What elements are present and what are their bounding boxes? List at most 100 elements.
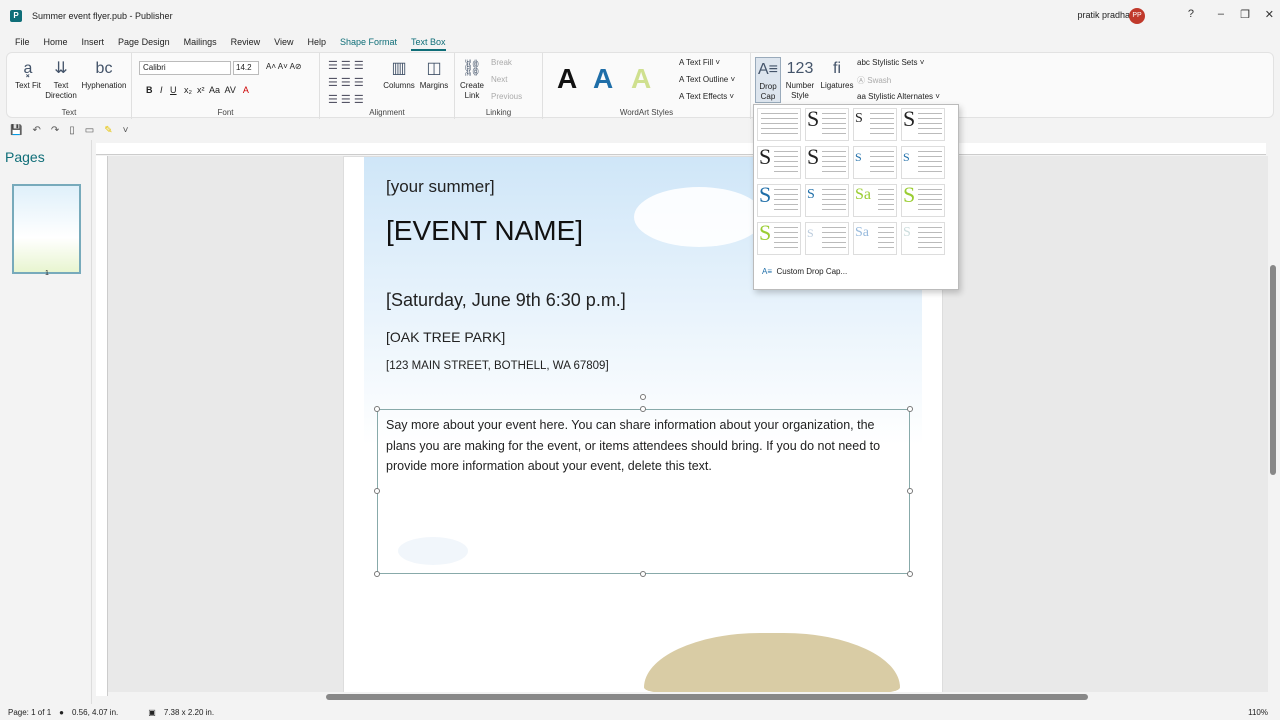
drop-cap-option[interactable]: S — [901, 146, 945, 179]
rotate-handle[interactable] — [640, 394, 646, 400]
drop-cap-option[interactable]: S — [901, 222, 945, 255]
resize-handle[interactable] — [640, 406, 646, 412]
wordart-green[interactable]: A — [631, 63, 651, 95]
highlight-icon[interactable]: ✎ — [104, 125, 112, 136]
drop-cap-option[interactable]: S — [805, 108, 849, 141]
restore-icon[interactable]: ❐ — [1240, 8, 1250, 21]
drop-cap-option[interactable]: S — [853, 146, 897, 179]
text-direction-button[interactable]: ⇊ Text Direction — [43, 57, 79, 101]
text-fit-button[interactable]: a͓ Text Fit — [13, 57, 43, 91]
alignment-grid-icon[interactable]: ☰ ☰ ☰ ☰ ☰ ☰ ☰ ☰ ☰ — [328, 58, 364, 109]
vertical-ruler[interactable] — [96, 156, 108, 696]
new-icon[interactable]: ▯ — [69, 125, 75, 136]
flyer-date[interactable]: [Saturday, June 9th 6:30 p.m.] — [386, 290, 626, 311]
wordart-black[interactable]: A — [557, 63, 577, 95]
minimize-icon[interactable]: – — [1218, 8, 1224, 20]
swash-button[interactable]: Ⓐ Swash — [857, 75, 891, 86]
linking-group-label: Linking — [485, 108, 512, 117]
customize-icon[interactable]: ˅ — [123, 125, 129, 136]
drop-cap-option[interactable]: S — [805, 222, 849, 255]
menu-home[interactable]: Home — [44, 32, 68, 52]
resize-handle[interactable] — [907, 488, 913, 494]
drop-cap-option[interactable]: S — [901, 108, 945, 141]
vertical-scrollbar[interactable] — [1270, 265, 1276, 475]
previous-button[interactable]: Previous — [491, 92, 522, 101]
create-link-button[interactable]: ⛓ Create Link — [457, 57, 487, 101]
resize-handle[interactable] — [640, 571, 646, 577]
avatar[interactable]: PP — [1129, 8, 1145, 24]
break-button[interactable]: Break — [491, 58, 512, 67]
margins-button[interactable]: ◫ Margins — [417, 57, 451, 91]
menu-help[interactable]: Help — [307, 32, 326, 52]
menu-bar: File Home Insert Page Design Mailings Re… — [0, 32, 1280, 52]
text-outline-button[interactable]: A Text Outline ˅ — [679, 75, 735, 84]
zoom-level[interactable]: 110% — [1248, 708, 1268, 717]
page-thumbnail[interactable] — [12, 184, 81, 274]
text-effects-button[interactable]: A Text Effects ˅ — [679, 92, 734, 101]
linking-group: ⛓ Create Link Break Next Previous Linking — [455, 53, 543, 119]
pages-pane: Pages 1 — [0, 140, 92, 705]
custom-drop-cap-button[interactable]: A≡ Custom Drop Cap... — [762, 267, 847, 276]
umbrella-image[interactable] — [644, 633, 900, 692]
drop-cap-button[interactable]: A≡ Drop Cap — [755, 57, 781, 103]
next-button[interactable]: Next — [491, 75, 507, 84]
grow-shrink-font-icon[interactable]: A˄ A˅ A⊘ — [266, 62, 302, 71]
drop-cap-option[interactable]: S — [901, 184, 945, 217]
stylistic-alternates-button[interactable]: aa Stylistic Alternates ˅ — [857, 92, 940, 101]
drop-cap-option-none[interactable] — [757, 108, 801, 141]
object-size: 7.38 x 2.20 in. — [163, 707, 215, 717]
flyer-line1[interactable]: [your summer] — [386, 177, 495, 197]
text-fill-button[interactable]: A Text Fill ˅ — [679, 58, 720, 67]
open-icon[interactable]: ▭ — [85, 125, 94, 136]
menu-view[interactable]: View — [274, 32, 293, 52]
drop-cap-option[interactable]: Sa — [853, 222, 897, 255]
text-direction-icon: ⇊ — [54, 60, 68, 77]
horizontal-ruler[interactable] — [96, 143, 1266, 155]
status-bar: Page: 1 of 1 ● 0.56, 4.07 in. ▣ 7.38 x 2… — [0, 704, 1280, 720]
page-indicator[interactable]: Page: 1 of 1 — [8, 708, 51, 717]
font-size-box[interactable]: 14.2 — [233, 61, 259, 75]
resize-handle[interactable] — [374, 488, 380, 494]
drop-cap-option[interactable]: S — [805, 184, 849, 217]
drop-cap-option[interactable]: S — [757, 146, 801, 179]
font-format-buttons[interactable]: B I U x₂ x² Aa AV A — [146, 85, 249, 95]
drop-cap-option[interactable]: S — [853, 108, 897, 141]
workspace[interactable]: [your summer] [EVENT NAME] [Saturday, Ju… — [108, 156, 1268, 692]
flyer-venue[interactable]: [OAK TREE PARK] — [386, 329, 505, 345]
margins-icon: ◫ — [426, 60, 442, 77]
ligatures-button[interactable]: ﬁ Ligatures — [819, 57, 855, 91]
flyer-address[interactable]: [123 MAIN STREET, BOTHELL, WA 67809] — [386, 360, 609, 372]
drop-cap-option[interactable]: S — [805, 146, 849, 179]
menu-text-box[interactable]: Text Box — [411, 32, 446, 52]
undo-icon[interactable]: ↶ — [32, 125, 40, 136]
stylistic-sets-button[interactable]: abc Stylistic Sets ˅ — [857, 58, 924, 67]
menu-shape-format[interactable]: Shape Format — [340, 32, 397, 52]
menu-review[interactable]: Review — [231, 32, 261, 52]
redo-icon[interactable]: ↷ — [51, 125, 59, 136]
flyer-event-name[interactable]: [EVENT NAME] — [386, 215, 583, 247]
menu-mailings[interactable]: Mailings — [184, 32, 217, 52]
font-group-label: Font — [217, 108, 234, 117]
close-icon[interactable]: ✕ — [1265, 8, 1274, 21]
columns-button[interactable]: ▥ Columns — [382, 57, 416, 91]
drop-cap-option[interactable]: S — [757, 184, 801, 217]
resize-handle[interactable] — [374, 406, 380, 412]
resize-handle[interactable] — [374, 571, 380, 577]
drop-cap-option[interactable]: Sa — [853, 184, 897, 217]
save-icon[interactable]: 💾 — [10, 125, 22, 136]
resize-handle[interactable] — [907, 406, 913, 412]
number-style-button[interactable]: 123 Number Style — [783, 57, 817, 101]
help-icon[interactable]: ? — [1188, 8, 1194, 20]
resize-handle[interactable] — [907, 571, 913, 577]
flyer-body-text[interactable]: Say more about your event here. You can … — [386, 415, 906, 477]
user-name[interactable]: pratik pradhan — [1077, 10, 1135, 20]
page-thumbnail-number: 1 — [45, 270, 49, 277]
font-name-box[interactable]: Calibri — [139, 61, 231, 75]
drop-cap-option[interactable]: S — [757, 222, 801, 255]
menu-page-design[interactable]: Page Design — [118, 32, 170, 52]
wordart-blue[interactable]: A — [593, 63, 613, 95]
horizontal-scrollbar[interactable] — [326, 694, 1088, 700]
menu-insert[interactable]: Insert — [82, 32, 105, 52]
menu-file[interactable]: File — [15, 32, 30, 52]
hyphenation-button[interactable]: bc Hyphenation — [81, 57, 127, 91]
